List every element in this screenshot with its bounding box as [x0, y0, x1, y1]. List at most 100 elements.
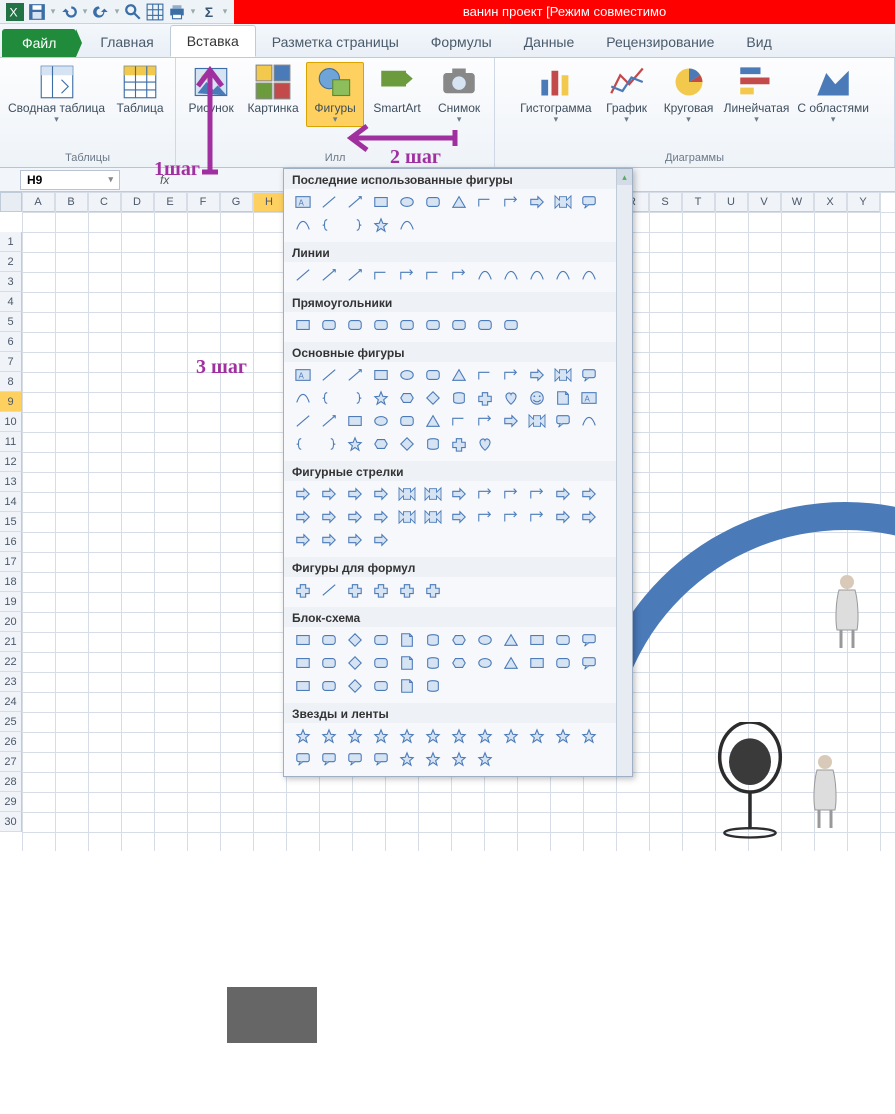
shape-rrect[interactable]	[498, 314, 523, 336]
shape-elbowA[interactable]	[524, 483, 549, 505]
tab-layout[interactable]: Разметка страницы	[256, 27, 415, 57]
shape-lineD[interactable]	[290, 264, 315, 286]
row-header[interactable]: 28	[0, 772, 22, 792]
shape-elbowA[interactable]	[498, 483, 523, 505]
shape-darrow[interactable]	[550, 364, 575, 386]
save-icon[interactable]	[28, 3, 46, 21]
row-header[interactable]: 11	[0, 432, 22, 452]
tab-data[interactable]: Данные	[508, 27, 591, 57]
shape-elbowA[interactable]	[446, 264, 471, 286]
tab-view[interactable]: Вид	[730, 27, 787, 57]
shape-star[interactable]	[446, 748, 471, 770]
shape-star[interactable]	[368, 725, 393, 747]
shape-rarrow[interactable]	[342, 483, 367, 505]
row-header[interactable]: 26	[0, 732, 22, 752]
row-header[interactable]: 2	[0, 252, 22, 272]
shape-rarrow[interactable]	[446, 483, 471, 505]
shape-curve[interactable]	[394, 214, 419, 236]
shape-rrect[interactable]	[316, 629, 341, 651]
row-header[interactable]: 30	[0, 812, 22, 832]
shape-diamond[interactable]	[342, 652, 367, 674]
table-button[interactable]: Таблица	[111, 62, 169, 117]
shape-callout[interactable]	[576, 364, 601, 386]
shape-rect[interactable]	[290, 629, 315, 651]
shape-elbowA[interactable]	[524, 506, 549, 528]
shape-star[interactable]	[472, 725, 497, 747]
shape-star[interactable]	[472, 748, 497, 770]
shape-rect[interactable]	[368, 364, 393, 386]
shape-rrect[interactable]	[368, 652, 393, 674]
shape-star[interactable]	[368, 387, 393, 409]
shape-rarrow[interactable]	[316, 506, 341, 528]
shape-curve[interactable]	[472, 264, 497, 286]
shape-plus[interactable]	[420, 579, 445, 601]
shape-rarrow[interactable]	[290, 483, 315, 505]
shape-curve[interactable]	[290, 387, 315, 409]
shape-plus[interactable]	[446, 433, 471, 455]
sum-icon[interactable]: Σ	[200, 3, 218, 21]
shape-curve[interactable]	[576, 264, 601, 286]
shape-rrect[interactable]	[420, 191, 445, 213]
shape-rarrow[interactable]	[290, 529, 315, 551]
table-icon[interactable]	[146, 3, 164, 21]
shape-rect[interactable]	[290, 314, 315, 336]
shape-star[interactable]	[342, 433, 367, 455]
shape-elbow[interactable]	[472, 364, 497, 386]
shape-rrect[interactable]	[394, 410, 419, 432]
shape-curve[interactable]	[576, 410, 601, 432]
shape-callout[interactable]	[368, 748, 393, 770]
row-header[interactable]: 22	[0, 652, 22, 672]
shape-arrowL[interactable]	[342, 264, 367, 286]
shape-star[interactable]	[576, 725, 601, 747]
area-chart-button[interactable]: С областями▾	[795, 62, 871, 127]
shape-textbox[interactable]: A	[290, 191, 315, 213]
shape-darrow[interactable]	[394, 483, 419, 505]
shape-rect[interactable]	[342, 410, 367, 432]
shape-rarrow[interactable]	[524, 364, 549, 386]
shape-elbow[interactable]	[368, 264, 393, 286]
shape-tri[interactable]	[420, 410, 445, 432]
shape-rrect[interactable]	[316, 675, 341, 697]
shape-doc[interactable]	[550, 387, 575, 409]
shape-heart[interactable]	[498, 387, 523, 409]
row-header[interactable]: 5	[0, 312, 22, 332]
shape-rect[interactable]	[524, 629, 549, 651]
shape-darrow[interactable]	[420, 506, 445, 528]
shape-cyl[interactable]	[420, 652, 445, 674]
row-header[interactable]: 23	[0, 672, 22, 692]
shape-rarrow[interactable]	[550, 483, 575, 505]
shape-rarrow[interactable]	[342, 506, 367, 528]
shape-star[interactable]	[524, 725, 549, 747]
shape-elbow[interactable]	[472, 191, 497, 213]
row-header[interactable]: 15	[0, 512, 22, 532]
shape-star[interactable]	[342, 725, 367, 747]
shape-rrect[interactable]	[368, 629, 393, 651]
row-header[interactable]: 13	[0, 472, 22, 492]
shape-star[interactable]	[368, 214, 393, 236]
row-header[interactable]: 29	[0, 792, 22, 812]
shape-oval[interactable]	[472, 629, 497, 651]
shape-oval[interactable]	[394, 191, 419, 213]
shape-rrect[interactable]	[550, 652, 575, 674]
shape-rect[interactable]	[368, 191, 393, 213]
tab-formulas[interactable]: Формулы	[415, 27, 508, 57]
shape-heart[interactable]	[472, 433, 497, 455]
shape-rect[interactable]	[290, 652, 315, 674]
row-header[interactable]: 9	[0, 392, 22, 412]
shape-diamond[interactable]	[342, 629, 367, 651]
row-header[interactable]: 20	[0, 612, 22, 632]
shape-rrect[interactable]	[394, 314, 419, 336]
tab-insert[interactable]: Вставка	[170, 25, 256, 57]
row-header[interactable]: 4	[0, 292, 22, 312]
shape-doc[interactable]	[394, 629, 419, 651]
shape-darrow[interactable]	[550, 191, 575, 213]
shape-elbowA[interactable]	[498, 364, 523, 386]
shape-rrect[interactable]	[368, 314, 393, 336]
row-header[interactable]: 17	[0, 552, 22, 572]
shape-rrect[interactable]	[420, 364, 445, 386]
pie-chart-button[interactable]: Круговая▾	[660, 62, 718, 127]
tab-home[interactable]: Главная	[84, 27, 169, 57]
shape-lineD[interactable]	[290, 410, 315, 432]
shape-rrect[interactable]	[316, 314, 341, 336]
shape-oval[interactable]	[368, 410, 393, 432]
